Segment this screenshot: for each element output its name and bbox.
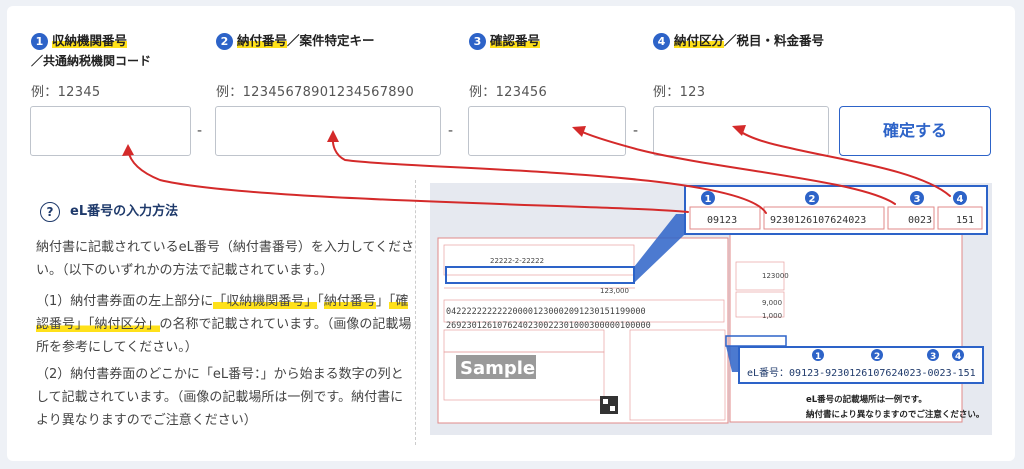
strip-value-1: 09123	[707, 215, 737, 226]
strip-badge-1: 1	[705, 194, 712, 205]
slip-code-3: 9,000	[762, 299, 782, 307]
strip-badge-3: 3	[914, 194, 921, 205]
slip-amount: 123,000	[600, 287, 629, 295]
slip-right-paper	[729, 231, 963, 423]
el-badge-1: 1	[815, 352, 821, 362]
zoomed-el-label: eL番号：09123-9230126107624023-0023-151	[747, 367, 976, 379]
slip-long-number-1: 042222222222200001230002091230151199000	[446, 307, 646, 317]
sample-stamp: Sample	[460, 358, 535, 379]
strip-value-3: 0023	[908, 215, 932, 226]
qr-code-icon	[600, 396, 618, 414]
el-badge-4: 4	[955, 352, 961, 362]
el-badge-3: 3	[930, 352, 936, 362]
doc-note-1: eL番号の記載場所は一例です。	[806, 394, 927, 405]
arrow-heads	[122, 125, 746, 156]
slip-code-4: 1,000	[762, 312, 782, 320]
illustration-overlay: 042222222222200001230002091230151199000 …	[122, 125, 988, 424]
zoomed-number-strip	[684, 185, 988, 235]
slip-long-number-2: 2692301261076240230022301000300000100000	[446, 321, 651, 331]
arrow-1	[127, 149, 689, 213]
strip-badge-2: 2	[809, 194, 816, 205]
slip-code-1: 22222-2-22222	[490, 257, 544, 265]
slip-code-2: 123000	[762, 272, 789, 280]
doc-note-2: 納付書により異なりますのでご注意ください。	[806, 409, 984, 420]
strip-badge-4: 4	[957, 194, 964, 205]
strip-value-4: 151	[956, 215, 974, 226]
el-badge-2: 2	[874, 352, 880, 362]
strip-value-2: 9230126107624023	[770, 215, 866, 226]
